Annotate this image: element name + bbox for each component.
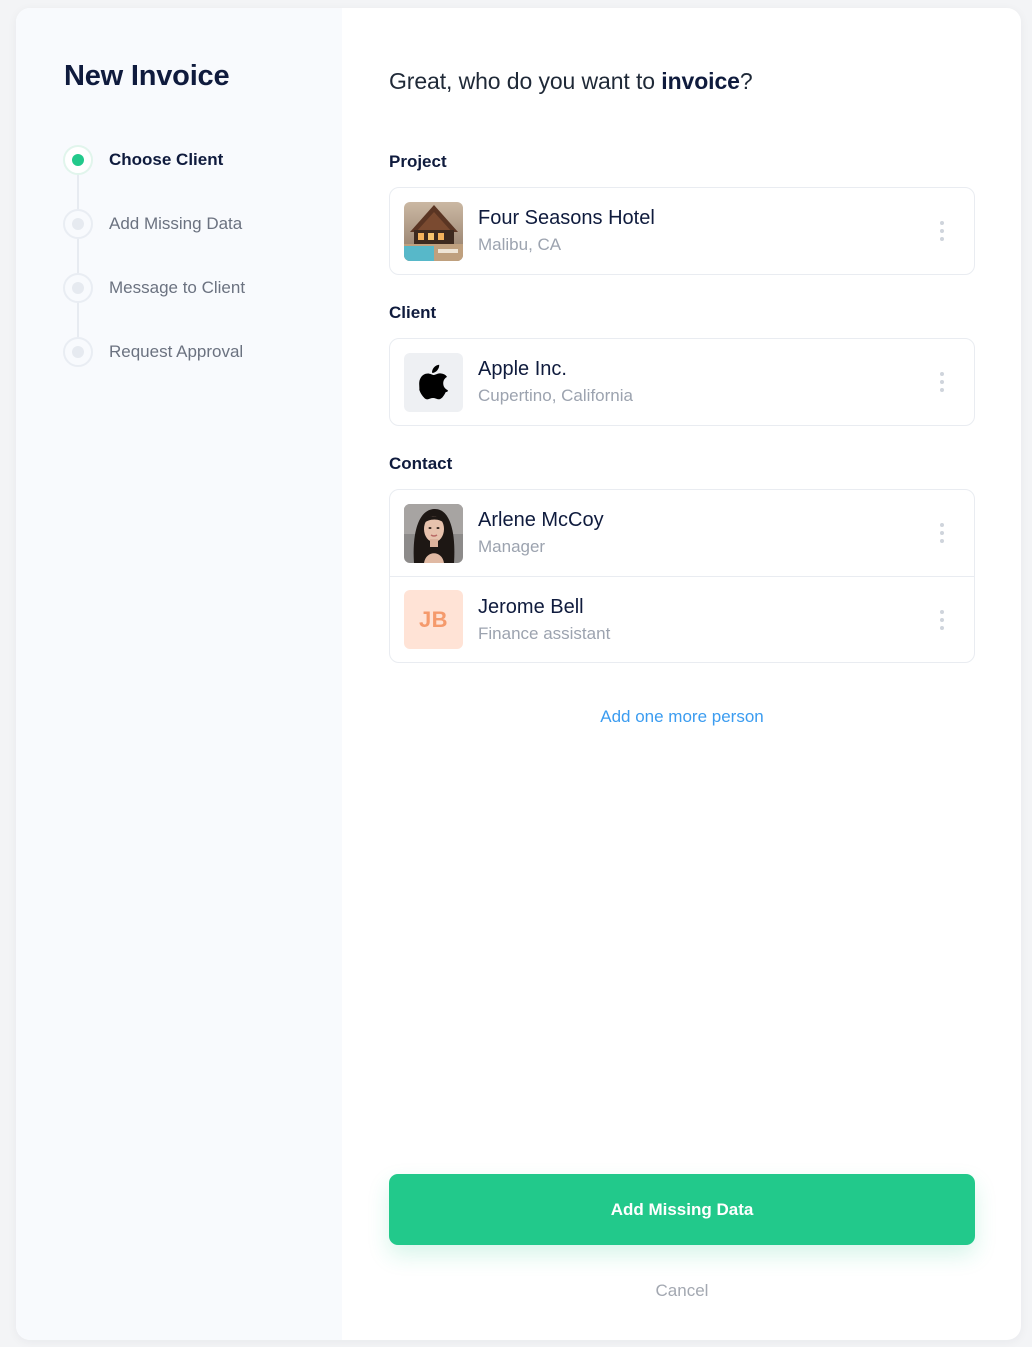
contact-info: Arlene McCoy Manager xyxy=(478,508,604,558)
hotel-thumbnail xyxy=(404,201,463,261)
step-label: Message to Client xyxy=(109,278,246,297)
contact-row[interactable]: Arlene McCoy Manager xyxy=(390,490,974,576)
hotel-image xyxy=(404,201,463,261)
client-row[interactable]: Apple Inc. Cupertino, California xyxy=(390,339,974,425)
contact-info: Jerome Bell Finance assistant xyxy=(478,595,610,645)
more-options-icon[interactable] xyxy=(936,523,948,543)
client-info: Apple Inc. Cupertino, California xyxy=(478,357,633,407)
contact-name: Arlene McCoy xyxy=(478,509,604,531)
add-missing-data-button[interactable]: Add Missing Data xyxy=(389,1174,975,1245)
contact-name: Jerome Bell xyxy=(478,595,584,618)
step-choose-client[interactable]: Choose Client xyxy=(63,145,245,209)
sidebar: New Invoice Choose Client Add Missing Da… xyxy=(16,8,342,1340)
heading-emphasis: invoice xyxy=(661,68,740,94)
project-section-label: Project xyxy=(389,152,447,171)
apple-logo-icon xyxy=(418,364,448,400)
more-options-icon[interactable] xyxy=(936,372,948,392)
step-indicator xyxy=(63,209,93,239)
more-options-icon[interactable] xyxy=(936,609,948,630)
step-label: Add Missing Data xyxy=(109,214,243,233)
step-indicator xyxy=(63,273,93,303)
page-title: New Invoice xyxy=(64,60,230,92)
contact-section-label: Contact xyxy=(389,454,453,473)
client-logo xyxy=(404,352,463,412)
contact-photo xyxy=(404,503,463,563)
contact-role: Manager xyxy=(478,537,546,556)
step-indicator xyxy=(63,337,93,367)
add-person-link[interactable]: Add one more person xyxy=(389,707,975,727)
project-card[interactable]: Four Seasons Hotel Malibu, CA xyxy=(389,187,975,275)
main-panel: Great, who do you want to invoice? Proje… xyxy=(389,8,975,1340)
project-row[interactable]: Four Seasons Hotel Malibu, CA xyxy=(390,188,974,274)
invoice-card: New Invoice Choose Client Add Missing Da… xyxy=(16,8,1021,1340)
more-options-icon[interactable] xyxy=(936,221,948,241)
step-label: Choose Client xyxy=(109,150,224,169)
project-name: Four Seasons Hotel xyxy=(478,207,655,229)
client-name: Apple Inc. xyxy=(478,358,567,380)
client-card[interactable]: Apple Inc. Cupertino, California xyxy=(389,338,975,426)
heading-suffix: ? xyxy=(739,68,753,94)
project-location: Malibu, CA xyxy=(478,235,562,254)
step-add-missing-data[interactable]: Add Missing Data xyxy=(63,209,245,273)
contact-row[interactable]: JB Jerome Bell Finance assistant xyxy=(390,576,974,662)
client-section-label: Client xyxy=(389,303,437,322)
page-heading: Great, who do you want to invoice? xyxy=(389,68,753,95)
step-indicator-active xyxy=(63,145,93,175)
client-location: Cupertino, California xyxy=(478,386,633,405)
heading-text: Great, who do you want to xyxy=(389,68,662,94)
avatar-initials: JB xyxy=(404,590,463,649)
step-request-approval[interactable]: Request Approval xyxy=(63,337,245,401)
avatar xyxy=(404,503,463,563)
step-message-to-client[interactable]: Message to Client xyxy=(63,273,245,337)
contact-list: Arlene McCoy Manager JB Jerome Bell Fina… xyxy=(389,489,975,663)
step-list: Choose Client Add Missing Data Message t… xyxy=(63,145,245,401)
project-info: Four Seasons Hotel Malibu, CA xyxy=(478,206,655,256)
step-label: Request Approval xyxy=(109,342,244,361)
contact-role: Finance assistant xyxy=(478,623,611,643)
cancel-button[interactable]: Cancel xyxy=(389,1281,975,1301)
